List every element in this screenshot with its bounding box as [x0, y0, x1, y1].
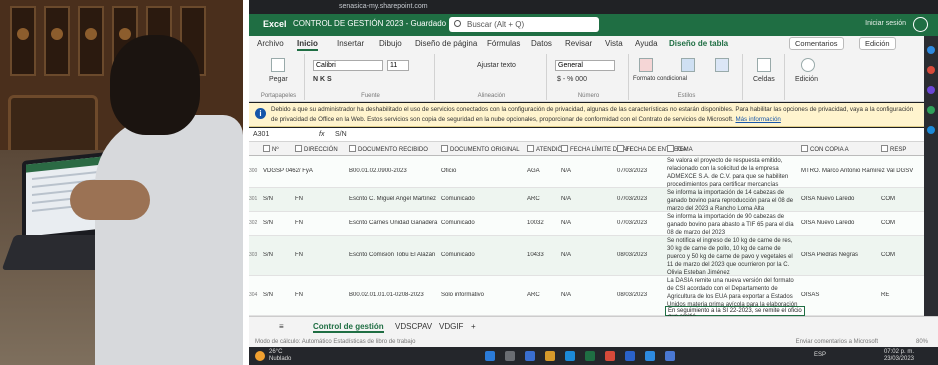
clock-date[interactable]: 23/03/2023 [884, 356, 914, 362]
edge-icon[interactable] [565, 351, 575, 361]
signin-link[interactable]: Iniciar sesión [865, 20, 906, 27]
ribbon-tabs: Archivo Inicio Insertar Dibujo Diseño de… [249, 36, 938, 52]
number-format-select[interactable]: General [555, 60, 615, 71]
excel-taskbar-icon[interactable] [585, 351, 595, 361]
styles-group: Formato condicional Estilos [631, 54, 743, 100]
cell-edit-box[interactable]: En seguimiento a la SI 22-2023, se remit… [665, 306, 805, 320]
sheet-tabs: ≡ Control de gestión VDSCPAV VDGIF + [249, 316, 938, 338]
sidebar-icon[interactable] [927, 86, 935, 94]
task-view-icon[interactable] [525, 351, 535, 361]
sidebar-icon[interactable] [927, 46, 935, 54]
formula-bar: A301 fx S/N [249, 128, 938, 142]
formula-input[interactable]: S/N [335, 128, 347, 142]
table-row[interactable]: 302 S/N FN Escrito Carnes Unidad Ganader… [249, 212, 938, 236]
composite-image: senasica-my.sharepoint.com Excel CONTROL… [0, 0, 938, 365]
wrap-text-button[interactable]: Ajustar texto [477, 62, 516, 69]
store-icon[interactable] [625, 351, 635, 361]
clipboard-group: Pegar Portapapeles [253, 54, 305, 100]
cells-icon[interactable] [757, 58, 771, 72]
table-format-icon[interactable] [681, 58, 695, 72]
edge-sidebar [924, 36, 938, 316]
tab-datos[interactable]: Datos [531, 39, 552, 48]
avatar-icon[interactable] [913, 17, 928, 32]
word-icon[interactable] [665, 351, 675, 361]
table-row[interactable]: 304 S/N FN B00.02.01.01.01-0208-2023 Sol… [249, 276, 938, 316]
search-box[interactable]: Buscar (Alt + Q) [449, 17, 599, 32]
info-icon: i [255, 108, 266, 119]
tab-dibujo[interactable]: Dibujo [379, 39, 402, 48]
editing-group: Edición [787, 54, 833, 100]
sidebar-icon[interactable] [927, 106, 935, 114]
privacy-notice-bar: i Debido a que su administrador ha desha… [249, 103, 938, 127]
more-info-link[interactable]: Más información [735, 116, 780, 123]
font-size-select[interactable]: 11 [387, 60, 409, 71]
app-name: Excel [263, 19, 287, 29]
tab-revisar[interactable]: Revisar [565, 39, 592, 48]
tab-diseno-pagina[interactable]: Diseño de página [415, 39, 477, 48]
zoom-level[interactable]: 80% [916, 338, 928, 347]
browser-address-bar[interactable]: senasica-my.sharepoint.com [249, 0, 938, 14]
tab-formulas[interactable]: Fórmulas [487, 39, 520, 48]
windows-taskbar: 26°C Nublado ESP 07:02 p. m. 23/03/2023 [249, 347, 938, 365]
find-icon[interactable] [801, 58, 815, 72]
photo-person-with-laptop [0, 0, 243, 365]
data-grid[interactable]: 300 VDGSP 0462/ FyA B00.01.02.0900-2023 … [249, 156, 938, 320]
tab-vista[interactable]: Vista [605, 39, 623, 48]
sheet-add-menu-icon[interactable]: ≡ [279, 322, 284, 331]
cells-group: Celdas [745, 54, 785, 100]
sidebar-icon[interactable] [927, 126, 935, 134]
mail-icon[interactable] [645, 351, 655, 361]
sheet-tab-vdgif[interactable]: VDGIF [439, 322, 463, 331]
feedback-link[interactable]: Enviar comentarios a Microsoft [796, 338, 878, 347]
edit-mode-button[interactable]: Edición [859, 37, 896, 50]
office-icon[interactable] [605, 351, 615, 361]
clock-time[interactable]: 07:02 p. m. [884, 349, 914, 355]
sidebar-icon[interactable] [927, 66, 935, 74]
person [95, 115, 243, 365]
document-title[interactable]: CONTROL DE GESTIÓN 2023 - Guardado [293, 19, 446, 28]
ribbon-toolbar: Pegar Portapapeles Calibri 11 N K S Fuen… [249, 52, 938, 102]
add-sheet-button[interactable]: + [471, 322, 476, 331]
conditional-format-icon[interactable] [639, 58, 653, 72]
tab-archivo[interactable]: Archivo [257, 39, 284, 48]
weather-icon[interactable] [255, 351, 265, 361]
tab-inicio[interactable]: Inicio [297, 39, 318, 51]
table-header-row: Nº DIRECCIÓN DOCUMENTO RECIBIDO DOCUMENT… [249, 142, 938, 156]
styles-icon[interactable] [715, 58, 729, 72]
sheet-tab-control[interactable]: Control de gestión [313, 322, 384, 333]
number-group: General $ - % 000 Número [549, 54, 629, 100]
table-row[interactable]: 301 S/N FN Escrito C. Miguel Angel Martí… [249, 188, 938, 212]
search-taskbar-icon[interactable] [505, 351, 515, 361]
search-icon [454, 20, 461, 27]
explorer-icon[interactable] [545, 351, 555, 361]
bold-italic-underline[interactable]: N K S [313, 76, 332, 83]
tab-diseno-tabla[interactable]: Diseño de tabla [669, 39, 728, 48]
table-row[interactable]: 300 VDGSP 0462/ FyA B00.01.02.0900-2023 … [249, 156, 938, 188]
font-name-select[interactable]: Calibri [313, 60, 383, 71]
comments-button[interactable]: Comentarios [789, 37, 844, 50]
start-icon[interactable] [485, 351, 495, 361]
sheet-tab-vdscpav[interactable]: VDSCPAV [395, 322, 432, 331]
paste-icon[interactable] [271, 58, 285, 72]
tab-insertar[interactable]: Insertar [337, 39, 364, 48]
excel-title-bar: Excel CONTROL DE GESTIÓN 2023 - Guardado… [249, 14, 938, 36]
tab-ayuda[interactable]: Ayuda [635, 39, 658, 48]
font-group: Calibri 11 N K S Fuente [307, 54, 435, 100]
status-bar: Modo de cálculo: Automático Estadísticas… [249, 338, 938, 347]
name-box[interactable]: A301 [253, 128, 269, 142]
language-indicator[interactable]: ESP [814, 352, 826, 358]
alignment-group: Ajustar texto Alineación [437, 54, 547, 100]
fx-label: fx [319, 131, 325, 138]
table-row[interactable]: 303 S/N FN Escrito Comisión Tobu El Alaz… [249, 236, 938, 276]
excel-screen-photo: senasica-my.sharepoint.com Excel CONTROL… [249, 0, 938, 365]
